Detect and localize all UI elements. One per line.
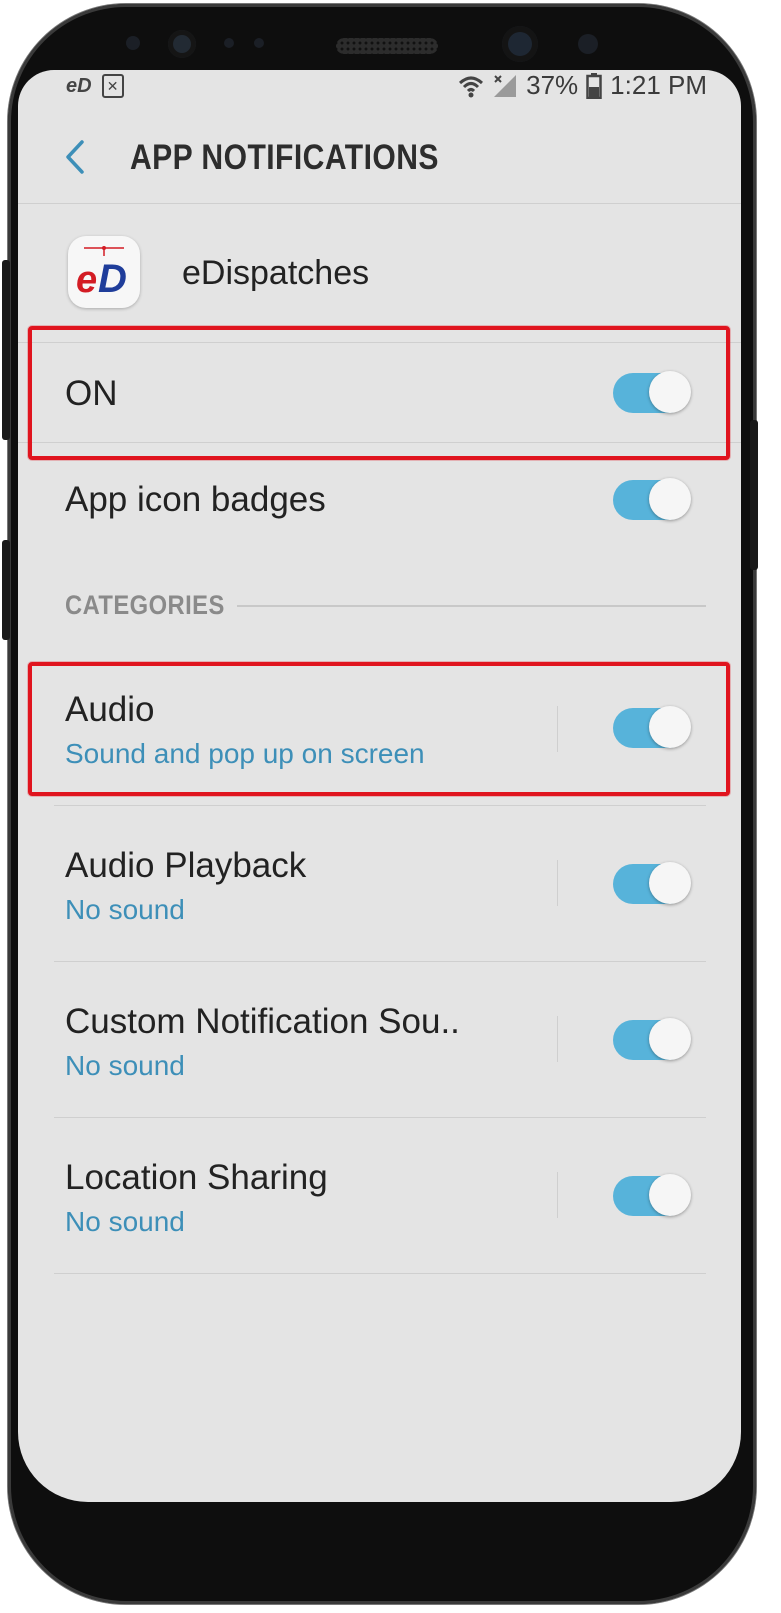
category-row[interactable]: Location Sharing No sound: [18, 1118, 741, 1274]
app-name: eDispatches: [182, 254, 370, 292]
toggle-knob: [649, 1174, 691, 1216]
front-camera: [502, 26, 538, 62]
earpiece-speaker: [336, 38, 438, 54]
categories-header-line: [237, 605, 706, 607]
highlight-box-audio-category: [28, 662, 730, 796]
wifi-icon: [459, 76, 484, 97]
status-left: eD ✕: [66, 74, 124, 98]
clock: 1:21 PM: [610, 70, 707, 100]
svg-text:D: D: [98, 257, 127, 301]
row-divider: [557, 1016, 558, 1062]
category-toggle-switch[interactable]: [613, 1018, 691, 1060]
app-logo-graphic: e D: [76, 246, 127, 301]
toggle-knob: [649, 862, 691, 904]
ir-sensor: [224, 38, 234, 48]
highlight-box-master-toggle: [28, 326, 730, 460]
status-bar: eD ✕ 37% 1:21 PM: [18, 70, 741, 102]
row-divider: [557, 1172, 558, 1218]
edispatches-logo-icon: e D: [68, 236, 140, 308]
app-bar: APP NOTIFICATIONS: [18, 110, 741, 202]
badges-toggle-switch[interactable]: [613, 478, 691, 520]
category-toggle-switch[interactable]: [613, 862, 691, 904]
category-row[interactable]: Audio Playback No sound: [18, 806, 741, 962]
page-title: APP NOTIFICATIONS: [130, 138, 439, 177]
proximity-sensor: [126, 36, 140, 50]
category-subtitle: No sound: [65, 1050, 185, 1081]
category-row[interactable]: Custom Notification Sou.. No sound: [18, 962, 741, 1118]
battery-percent: 37%: [526, 70, 579, 100]
row-separator: [54, 1273, 706, 1274]
edispatches-status-icon: eD: [66, 74, 92, 97]
toggle-knob: [649, 478, 691, 520]
category-subtitle: No sound: [65, 1206, 185, 1237]
signal-icon: [494, 74, 517, 97]
battery-icon: [586, 72, 602, 99]
svg-text:e: e: [76, 259, 97, 301]
row-divider: [557, 860, 558, 906]
status-right: 37% 1:21 PM: [458, 70, 707, 101]
front-sensor: [168, 30, 196, 58]
volume-button: [2, 260, 10, 440]
iris-sensor: [578, 34, 598, 54]
screen: eD ✕ 37% 1:21 PM APP NOTIFICATIONS e D e…: [18, 70, 741, 1502]
bixby-button: [2, 540, 10, 640]
categories-header: CATEGORIES: [65, 590, 225, 620]
category-title: Audio Playback: [65, 846, 307, 885]
badges-toggle-label: App icon badges: [65, 480, 326, 519]
category-title: Custom Notification Sou..: [65, 1002, 460, 1041]
app-info-row: e D eDispatches: [18, 204, 741, 344]
category-title: Location Sharing: [65, 1158, 328, 1197]
chevron-left-icon[interactable]: [56, 132, 96, 182]
power-button: [750, 420, 758, 570]
category-subtitle: No sound: [65, 894, 185, 925]
close-box-icon: ✕: [101, 74, 124, 98]
ir-sensor-2: [254, 38, 264, 48]
toggle-knob: [649, 1018, 691, 1060]
category-toggle-switch[interactable]: [613, 1174, 691, 1216]
